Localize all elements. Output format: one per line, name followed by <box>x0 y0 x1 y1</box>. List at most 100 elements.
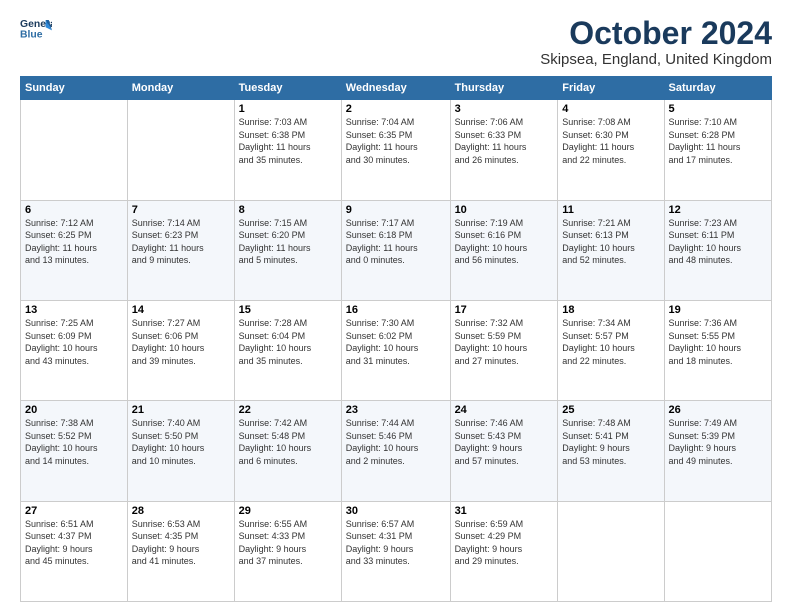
table-row: 14Sunrise: 7:27 AM Sunset: 6:06 PM Dayli… <box>127 300 234 400</box>
day-info: Sunrise: 6:59 AM Sunset: 4:29 PM Dayligh… <box>455 518 554 568</box>
col-saturday: Saturday <box>664 77 771 100</box>
day-number: 25 <box>562 404 659 416</box>
day-number: 31 <box>455 505 554 517</box>
day-info: Sunrise: 6:55 AM Sunset: 4:33 PM Dayligh… <box>239 518 337 568</box>
table-row: 13Sunrise: 7:25 AM Sunset: 6:09 PM Dayli… <box>21 300 128 400</box>
table-row: 30Sunrise: 6:57 AM Sunset: 4:31 PM Dayli… <box>341 501 450 601</box>
day-info: Sunrise: 7:30 AM Sunset: 6:02 PM Dayligh… <box>346 317 446 367</box>
day-number: 23 <box>346 404 446 416</box>
header-row: Sunday Monday Tuesday Wednesday Thursday… <box>21 77 772 100</box>
day-number: 26 <box>669 404 767 416</box>
day-number: 11 <box>562 204 659 216</box>
col-wednesday: Wednesday <box>341 77 450 100</box>
table-row: 3Sunrise: 7:06 AM Sunset: 6:33 PM Daylig… <box>450 100 558 200</box>
day-number: 14 <box>132 304 230 316</box>
day-info: Sunrise: 7:46 AM Sunset: 5:43 PM Dayligh… <box>455 417 554 467</box>
table-row: 8Sunrise: 7:15 AM Sunset: 6:20 PM Daylig… <box>234 200 341 300</box>
day-info: Sunrise: 6:51 AM Sunset: 4:37 PM Dayligh… <box>25 518 123 568</box>
day-info: Sunrise: 7:49 AM Sunset: 5:39 PM Dayligh… <box>669 417 767 467</box>
day-info: Sunrise: 7:08 AM Sunset: 6:30 PM Dayligh… <box>562 116 659 166</box>
day-info: Sunrise: 6:57 AM Sunset: 4:31 PM Dayligh… <box>346 518 446 568</box>
table-row: 27Sunrise: 6:51 AM Sunset: 4:37 PM Dayli… <box>21 501 128 601</box>
day-number: 19 <box>669 304 767 316</box>
day-info: Sunrise: 7:19 AM Sunset: 6:16 PM Dayligh… <box>455 217 554 267</box>
location: Skipsea, England, United Kingdom <box>540 51 772 68</box>
week-row: 6Sunrise: 7:12 AM Sunset: 6:25 PM Daylig… <box>21 200 772 300</box>
table-row: 29Sunrise: 6:55 AM Sunset: 4:33 PM Dayli… <box>234 501 341 601</box>
day-info: Sunrise: 7:34 AM Sunset: 5:57 PM Dayligh… <box>562 317 659 367</box>
day-info: Sunrise: 7:10 AM Sunset: 6:28 PM Dayligh… <box>669 116 767 166</box>
table-row: 24Sunrise: 7:46 AM Sunset: 5:43 PM Dayli… <box>450 401 558 501</box>
table-row <box>21 100 128 200</box>
day-info: Sunrise: 7:48 AM Sunset: 5:41 PM Dayligh… <box>562 417 659 467</box>
calendar: Sunday Monday Tuesday Wednesday Thursday… <box>20 76 772 602</box>
day-number: 30 <box>346 505 446 517</box>
table-row: 19Sunrise: 7:36 AM Sunset: 5:55 PM Dayli… <box>664 300 771 400</box>
day-number: 4 <box>562 103 659 115</box>
table-row: 22Sunrise: 7:42 AM Sunset: 5:48 PM Dayli… <box>234 401 341 501</box>
day-info: Sunrise: 7:44 AM Sunset: 5:46 PM Dayligh… <box>346 417 446 467</box>
table-row <box>558 501 664 601</box>
day-info: Sunrise: 7:28 AM Sunset: 6:04 PM Dayligh… <box>239 317 337 367</box>
day-info: Sunrise: 7:03 AM Sunset: 6:38 PM Dayligh… <box>239 116 337 166</box>
table-row: 1Sunrise: 7:03 AM Sunset: 6:38 PM Daylig… <box>234 100 341 200</box>
week-row: 27Sunrise: 6:51 AM Sunset: 4:37 PM Dayli… <box>21 501 772 601</box>
table-row: 31Sunrise: 6:59 AM Sunset: 4:29 PM Dayli… <box>450 501 558 601</box>
day-number: 2 <box>346 103 446 115</box>
day-number: 18 <box>562 304 659 316</box>
table-row: 12Sunrise: 7:23 AM Sunset: 6:11 PM Dayli… <box>664 200 771 300</box>
day-number: 1 <box>239 103 337 115</box>
table-row: 2Sunrise: 7:04 AM Sunset: 6:35 PM Daylig… <box>341 100 450 200</box>
table-row: 26Sunrise: 7:49 AM Sunset: 5:39 PM Dayli… <box>664 401 771 501</box>
day-number: 16 <box>346 304 446 316</box>
day-info: Sunrise: 7:27 AM Sunset: 6:06 PM Dayligh… <box>132 317 230 367</box>
day-number: 17 <box>455 304 554 316</box>
day-number: 12 <box>669 204 767 216</box>
day-info: Sunrise: 7:15 AM Sunset: 6:20 PM Dayligh… <box>239 217 337 267</box>
page: General Blue October 2024 Skipsea, Engla… <box>0 0 792 612</box>
table-row <box>664 501 771 601</box>
day-info: Sunrise: 7:42 AM Sunset: 5:48 PM Dayligh… <box>239 417 337 467</box>
day-number: 29 <box>239 505 337 517</box>
col-thursday: Thursday <box>450 77 558 100</box>
day-info: Sunrise: 7:36 AM Sunset: 5:55 PM Dayligh… <box>669 317 767 367</box>
table-row: 9Sunrise: 7:17 AM Sunset: 6:18 PM Daylig… <box>341 200 450 300</box>
day-info: Sunrise: 7:38 AM Sunset: 5:52 PM Dayligh… <box>25 417 123 467</box>
day-number: 24 <box>455 404 554 416</box>
table-row: 23Sunrise: 7:44 AM Sunset: 5:46 PM Dayli… <box>341 401 450 501</box>
day-number: 9 <box>346 204 446 216</box>
table-row: 18Sunrise: 7:34 AM Sunset: 5:57 PM Dayli… <box>558 300 664 400</box>
col-sunday: Sunday <box>21 77 128 100</box>
table-row <box>127 100 234 200</box>
day-number: 27 <box>25 505 123 517</box>
week-row: 13Sunrise: 7:25 AM Sunset: 6:09 PM Dayli… <box>21 300 772 400</box>
table-row: 17Sunrise: 7:32 AM Sunset: 5:59 PM Dayli… <box>450 300 558 400</box>
week-row: 20Sunrise: 7:38 AM Sunset: 5:52 PM Dayli… <box>21 401 772 501</box>
day-info: Sunrise: 7:32 AM Sunset: 5:59 PM Dayligh… <box>455 317 554 367</box>
table-row: 16Sunrise: 7:30 AM Sunset: 6:02 PM Dayli… <box>341 300 450 400</box>
table-row: 25Sunrise: 7:48 AM Sunset: 5:41 PM Dayli… <box>558 401 664 501</box>
table-row: 5Sunrise: 7:10 AM Sunset: 6:28 PM Daylig… <box>664 100 771 200</box>
day-info: Sunrise: 7:14 AM Sunset: 6:23 PM Dayligh… <box>132 217 230 267</box>
day-number: 21 <box>132 404 230 416</box>
day-number: 5 <box>669 103 767 115</box>
day-info: Sunrise: 7:40 AM Sunset: 5:50 PM Dayligh… <box>132 417 230 467</box>
day-number: 15 <box>239 304 337 316</box>
day-info: Sunrise: 6:53 AM Sunset: 4:35 PM Dayligh… <box>132 518 230 568</box>
week-row: 1Sunrise: 7:03 AM Sunset: 6:38 PM Daylig… <box>21 100 772 200</box>
logo: General Blue <box>20 16 52 44</box>
day-number: 7 <box>132 204 230 216</box>
day-info: Sunrise: 7:04 AM Sunset: 6:35 PM Dayligh… <box>346 116 446 166</box>
svg-text:Blue: Blue <box>20 30 43 41</box>
day-number: 22 <box>239 404 337 416</box>
day-number: 20 <box>25 404 123 416</box>
table-row: 15Sunrise: 7:28 AM Sunset: 6:04 PM Dayli… <box>234 300 341 400</box>
header: General Blue October 2024 Skipsea, Engla… <box>20 16 772 68</box>
col-tuesday: Tuesday <box>234 77 341 100</box>
day-number: 10 <box>455 204 554 216</box>
day-info: Sunrise: 7:17 AM Sunset: 6:18 PM Dayligh… <box>346 217 446 267</box>
table-row: 20Sunrise: 7:38 AM Sunset: 5:52 PM Dayli… <box>21 401 128 501</box>
day-number: 28 <box>132 505 230 517</box>
day-number: 13 <box>25 304 123 316</box>
day-number: 8 <box>239 204 337 216</box>
